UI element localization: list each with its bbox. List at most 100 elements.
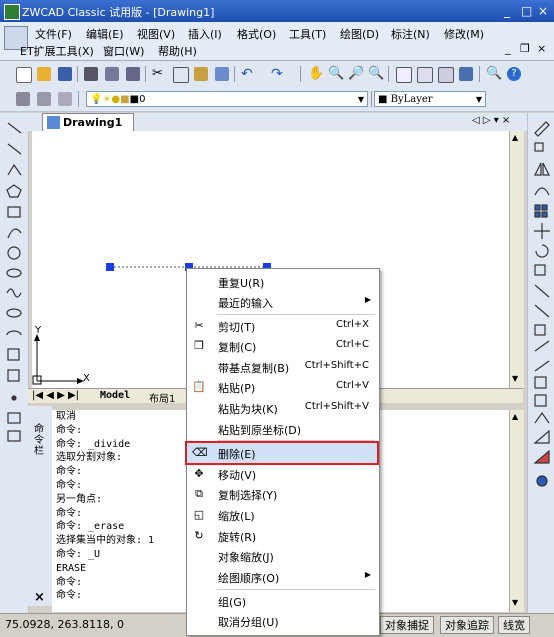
layer-previous-icon[interactable] <box>58 92 72 106</box>
menu-modify[interactable]: 修改(M) <box>444 26 484 42</box>
cut-icon: ✂ <box>194 319 204 332</box>
save-icon[interactable] <box>58 67 72 81</box>
match-properties-icon[interactable] <box>215 67 229 81</box>
help-icon[interactable]: ? <box>507 67 521 81</box>
tab-navigation[interactable]: ◁ ▷ ▾ × <box>472 115 510 126</box>
tool-palette-icon[interactable] <box>438 67 454 83</box>
layer-toolbar: 💡☀●■■0 ▼ ■ ByLayer ▼ <box>0 87 554 112</box>
command-close-icon[interactable]: × <box>34 590 45 605</box>
zoom-previous-icon[interactable]: 🔍 <box>368 66 384 81</box>
layer-manager-icon[interactable] <box>16 92 30 106</box>
otrack-toggle[interactable]: 对象追踪 <box>440 616 494 634</box>
design-center-icon[interactable] <box>417 67 433 83</box>
menu-et-tools[interactable]: ET扩展工具(X) <box>20 43 94 59</box>
sheet-set-icon[interactable] <box>459 67 473 81</box>
menu-item-ungroup[interactable]: 取消分组(U) <box>187 611 377 631</box>
menu-item-rotate[interactable]: ↻ 旋转(R) <box>187 526 377 546</box>
menu-dimension[interactable]: 标注(N) <box>391 26 430 42</box>
eraser-icon: ⌫ <box>192 446 208 459</box>
lineweight-toggle[interactable]: 线宽 <box>498 616 530 634</box>
mdi-restore-button[interactable]: ❐ <box>520 42 530 55</box>
layer-select[interactable]: 💡☀●■■0 ▼ <box>86 91 368 107</box>
tab-drawing1-label: Drawing1 <box>63 116 123 129</box>
offset-icon <box>534 187 550 196</box>
ucs-x-label: X <box>83 373 90 384</box>
redo-icon[interactable]: ↷ <box>271 66 285 82</box>
menu-item-copy-with-base[interactable]: 带基点复制(B) Ctrl+Shift+C <box>187 357 377 377</box>
menu-item-cut[interactable]: ✂ 剪切(T) Ctrl+X <box>187 316 377 336</box>
document-tab-bar: Drawing1 ◁ ▷ ▾ × <box>28 113 527 131</box>
zoom-window-icon[interactable]: 🔎 <box>348 66 364 81</box>
menu-tools[interactable]: 工具(T) <box>289 26 326 42</box>
menu-help[interactable]: 帮助(H) <box>158 43 197 59</box>
chevron-down-icon: ▼ <box>475 95 482 104</box>
open-icon[interactable] <box>37 67 51 81</box>
menu-item-paste-original-coords[interactable]: 粘贴到原坐标(D) <box>187 419 377 439</box>
cut-icon[interactable]: ✂ <box>152 67 166 81</box>
canvas-vertical-scrollbar[interactable]: ▲ ▼ <box>509 131 524 388</box>
search-icon[interactable]: 🔍 <box>486 66 502 81</box>
publish-icon[interactable] <box>126 67 140 81</box>
osnap-toggle[interactable]: 对象捕捉 <box>380 616 434 634</box>
menu-item-draw-order[interactable]: 绘图顺序(O) ▶ <box>187 567 377 587</box>
chevron-down-icon: ▼ <box>357 95 364 104</box>
point-icon <box>11 395 17 401</box>
trim-icon <box>534 324 546 336</box>
tab-model[interactable]: Model <box>100 390 130 401</box>
menu-item-object-scale[interactable]: 对象缩放(J) <box>187 546 377 566</box>
layer-value: 0 <box>139 94 146 105</box>
tab-layout1[interactable]: 布局1 <box>149 390 175 405</box>
modify-toolbar <box>527 113 554 613</box>
menu-format[interactable]: 格式(O) <box>237 26 276 42</box>
pan-icon[interactable]: ✋ <box>308 66 324 81</box>
print-icon[interactable] <box>84 67 98 81</box>
window-title: ZWCAD Classic 试用版 - [Drawing1] <box>22 6 215 19</box>
linetype-select[interactable]: ■ ByLayer ▼ <box>374 91 486 107</box>
maximize-button[interactable]: □ <box>521 4 532 18</box>
undo-icon[interactable]: ↶ <box>241 66 255 82</box>
properties-icon[interactable] <box>396 67 412 83</box>
mdi-close-button[interactable]: × <box>537 42 546 55</box>
menu-draw[interactable]: 绘图(D) <box>340 26 379 42</box>
tab-drawing1[interactable]: Drawing1 <box>42 113 134 131</box>
move-icon: ✥ <box>194 467 204 480</box>
close-button[interactable]: × <box>538 4 548 18</box>
menu-file[interactable]: 文件(F) <box>35 26 72 42</box>
ellipse-icon <box>6 308 22 318</box>
menu-window[interactable]: 窗口(W) <box>103 43 144 59</box>
menu-edit[interactable]: 编辑(E) <box>86 26 124 42</box>
hatch-icon <box>7 412 21 424</box>
menu-item-move[interactable]: ✥ 移动(V) <box>187 464 377 484</box>
drawing-icon <box>47 116 60 129</box>
ellipse-arc-icon <box>6 330 22 336</box>
zoom-realtime-icon[interactable]: 🔍 <box>328 66 344 81</box>
paste-icon[interactable] <box>194 67 208 81</box>
menu-item-copy[interactable]: ❐ 复制(C) Ctrl+C <box>187 336 377 356</box>
menu-view[interactable]: 视图(V) <box>137 26 175 42</box>
lengthen-icon <box>534 304 550 318</box>
command-scrollbar[interactable]: ▲ ▼ <box>509 410 524 612</box>
layer-state-icon[interactable] <box>37 92 51 106</box>
menu-item-copy-selection[interactable]: ⧉ 复制选择(Y) <box>187 484 377 504</box>
linetype-value: ByLayer <box>390 94 433 105</box>
print-preview-icon[interactable] <box>105 67 119 81</box>
polyline-icon <box>7 163 22 176</box>
new-icon[interactable] <box>16 67 32 83</box>
stretch-icon <box>534 284 550 298</box>
polygon-icon <box>6 184 22 198</box>
menu-item-repeat[interactable]: 重复U(R) <box>187 272 377 292</box>
layout-nav-arrows[interactable]: |◀ ◀ ▶ ▶| <box>32 390 79 401</box>
minimize-button[interactable]: _ <box>504 4 510 18</box>
menu-item-paste-as-block[interactable]: 粘贴为块(K) Ctrl+Shift+V <box>187 398 377 418</box>
menu-item-scale[interactable]: ◱ 缩放(L) <box>187 505 377 525</box>
menu-item-group[interactable]: 组(G) <box>187 591 377 611</box>
menu-item-erase[interactable]: ⌫ 删除(E) <box>185 441 379 465</box>
fillet-icon <box>534 411 550 424</box>
menu-item-paste[interactable]: 📋 粘贴(P) Ctrl+V <box>187 377 377 397</box>
copy-icon[interactable] <box>173 67 189 83</box>
menu-item-recent-input[interactable]: 最近的输入 ▶ <box>187 292 377 312</box>
mdi-minimize-button[interactable]: _ <box>505 42 511 55</box>
menu-insert[interactable]: 插入(I) <box>188 26 222 42</box>
ucs-y-label: Y <box>35 325 42 336</box>
standard-toolbar: ✂ ↶ ↷ ✋ 🔍 🔎 🔍 🔍 ? <box>0 61 554 88</box>
